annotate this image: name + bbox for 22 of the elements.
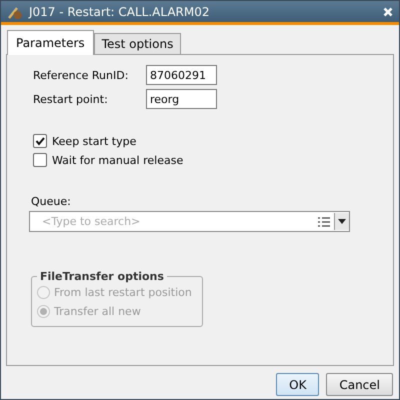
tab[interactable]: Test options: [94, 33, 182, 54]
field-label: Restart point:: [33, 92, 109, 106]
radio-label: Transfer all new: [54, 305, 141, 318]
window-title: J017 - Restart: CALL.ALARM02: [29, 4, 211, 18]
field-label: Reference RunID:: [33, 68, 130, 82]
checkbox-label: Wait for manual release: [52, 154, 184, 166]
close-icon[interactable]: [383, 6, 393, 16]
caret-icon: [338, 219, 346, 224]
list-icon[interactable]: [318, 216, 330, 226]
input-field[interactable]: reorg: [146, 89, 217, 109]
queue-combo-box[interactable]: <Type to search>: [29, 211, 350, 232]
input-field[interactable]: 87060291: [146, 65, 217, 85]
ok-button[interactable]: OK: [276, 373, 320, 396]
checkbox-label: Keep start type: [52, 134, 136, 148]
group-title: FileTransfer options: [39, 270, 165, 283]
checkbox[interactable]: [33, 134, 47, 148]
tab[interactable]: Parameters: [7, 30, 94, 55]
dropdown-button[interactable]: [334, 213, 349, 230]
radio-label: From last restart position: [54, 286, 192, 299]
field-label: Queue:: [31, 195, 71, 208]
checkbox[interactable]: [33, 153, 47, 167]
cancel-button[interactable]: Cancel: [326, 373, 393, 396]
